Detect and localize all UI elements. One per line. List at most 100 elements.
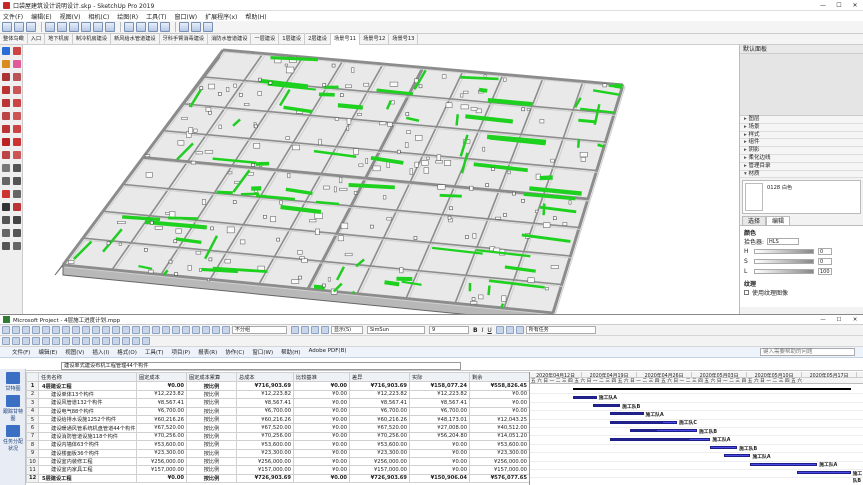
task-cell-fixed[interactable]: ¥8,567.41 [136,398,187,408]
show-menu[interactable]: 显示(S) [331,326,363,334]
task-id-cell[interactable]: 12 [26,473,39,484]
gantt-wizard-icon[interactable] [112,337,120,345]
axes-icon[interactable] [1,189,10,198]
link-icon[interactable] [142,326,150,334]
project-menu-item-7[interactable]: 报表(R) [198,348,217,356]
pdf2-icon[interactable] [142,337,150,345]
maximize-icon[interactable]: ☐ [831,317,847,323]
slider-track[interactable] [754,258,814,264]
pie-icon[interactable] [12,111,21,120]
zoom-window-icon[interactable] [12,215,21,224]
project-menu-item-4[interactable]: 格式(O) [117,348,137,356]
scene-tab-4[interactable]: 新风给水管道建设 [111,33,160,45]
task-cell-variance[interactable]: ¥67,520.00 [349,423,410,433]
task-bar[interactable] [610,420,677,424]
task-cell-fixed[interactable]: ¥60,216.26 [136,414,187,425]
task-row[interactable]: 6 建设暖通风管系统机盘管道44个构件 ¥67,520.00 按比例 ¥67,520.0… [26,423,529,433]
project-menu-item-1[interactable]: 编辑(E) [38,348,57,356]
task-row[interactable]: 5 建设给排水设施1252个构件 ¥60,216.26 按比例 ¥60,216.26 ¥0… [26,414,529,425]
zoom-in-icon[interactable] [202,326,210,334]
tab-select[interactable]: 选择 [742,216,767,226]
task-cell-fixed[interactable]: ¥6,700.00 [136,406,187,416]
track-50-icon[interactable] [22,337,30,345]
task-id-cell[interactable]: 7 [26,431,39,442]
collab-icon[interactable] [82,337,90,345]
col-remaining[interactable]: 剩余 [469,372,529,383]
assign-icon[interactable] [192,326,200,334]
task-bar[interactable] [797,471,851,475]
task-cell-remaining[interactable]: ¥23,300.00 [469,448,529,458]
zoom-extents-icon[interactable] [1,228,10,237]
tray-section-4[interactable]: 阴影 [740,147,863,155]
scene-tab-3[interactable]: 制冷机房建设 [73,33,112,45]
task-cell-remaining[interactable]: ¥40,512.00 [469,423,529,433]
menu-item-0[interactable]: 文件(F) [3,12,23,21]
new-icon[interactable] [2,22,12,32]
tray-section-7[interactable]: 材质 [740,170,863,179]
copy-icon[interactable] [82,326,90,334]
task-cell-name[interactable]: 建设消防管道设施118个构件 [38,431,137,442]
track-75-icon[interactable] [32,337,40,345]
task-cell-name[interactable]: 建设给排水设施1252个构件 [38,414,137,425]
task-cell-remaining[interactable]: ¥14,051.20 [469,431,529,442]
project-menu-item-0[interactable]: 文件(F) [12,348,30,356]
zoom-out-icon[interactable] [212,326,220,334]
task-cell-total[interactable]: ¥716,903.69 [236,381,294,391]
scene-tab-5[interactable]: 牙科手臂消毒建设 [160,33,209,45]
3d-text-icon[interactable] [12,189,21,198]
task-cell-baseline[interactable]: ¥0.00 [293,406,350,416]
task-bar[interactable] [610,437,711,441]
close-icon[interactable]: ✕ [847,317,863,323]
task-cell-fixed[interactable]: ¥67,520.00 [136,423,187,433]
bold-button[interactable]: B [473,327,478,334]
scene-tab-2[interactable]: 地下机房 [45,33,73,45]
rotate-icon[interactable] [12,137,21,146]
task-id-cell[interactable]: 4 [26,406,39,416]
project-menu-item-2[interactable]: 视图(V) [65,348,84,356]
view-list-icon[interactable] [102,337,110,345]
task-cell-total[interactable]: ¥6,700.00 [236,406,294,416]
task-cell-actual[interactable]: ¥6,700.00 [409,406,470,416]
task-cell-variance[interactable]: ¥12,223.82 [349,389,410,400]
paste-icon[interactable] [92,326,100,334]
col-variance[interactable]: 差异 [349,372,410,383]
erase-icon[interactable] [81,22,91,32]
task-cell-accrue[interactable]: 按比例 [186,398,237,408]
update-icon[interactable] [52,337,60,345]
task-cell-fixed[interactable]: ¥0.00 [136,473,187,484]
tab-edit[interactable]: 编辑 [766,216,791,226]
scale-icon[interactable] [1,150,10,159]
layout-icon[interactable] [203,22,213,32]
task-id-cell[interactable]: 5 [26,414,39,425]
reschedule-icon[interactable] [62,337,70,345]
scene-tab-10[interactable]: 场景号11 [330,33,361,45]
task-cell-fixed[interactable]: ¥157,000.00 [136,465,187,475]
slider-track[interactable] [754,268,814,274]
model-info-icon[interactable] [136,22,146,32]
task-cell-name[interactable]: 建设室内家具工程 [38,465,137,475]
underline-button[interactable]: U [487,327,491,334]
scene-tab-8[interactable]: 1层建设 [279,33,306,45]
task-cell-remaining[interactable]: ¥53,600.00 [469,440,529,450]
task-cell-variance[interactable]: ¥23,300.00 [349,448,410,458]
copy-picture-icon[interactable] [122,337,130,345]
col-task-name[interactable]: 任务名称 [38,372,137,383]
dimension-icon[interactable] [12,163,21,172]
entry-field[interactable]: 建设单式建设布机工程管理44个构件 [61,362,461,370]
slider-value-input[interactable]: 0 [818,257,832,265]
print-icon[interactable] [32,326,40,334]
push-pull-icon[interactable] [1,124,10,133]
eraser-icon[interactable] [12,59,21,68]
task-cell-accrue[interactable]: 按比例 [186,465,237,475]
zoom-icon[interactable] [1,215,10,224]
look-around-icon[interactable] [12,241,21,250]
select-icon[interactable] [1,46,10,55]
rectangle-icon[interactable] [1,85,10,94]
task-cell-accrue[interactable]: 按比例 [186,389,237,400]
task-cell-actual[interactable]: ¥8,567.41 [409,398,470,408]
tape-icon[interactable] [1,163,10,172]
task-cell-variance[interactable]: ¥60,216.26 [349,414,410,425]
col-baseline[interactable]: 比较基准 [293,372,350,383]
task-cell-remaining[interactable]: ¥558,826.45 [469,381,529,391]
component-icon[interactable] [191,22,201,32]
